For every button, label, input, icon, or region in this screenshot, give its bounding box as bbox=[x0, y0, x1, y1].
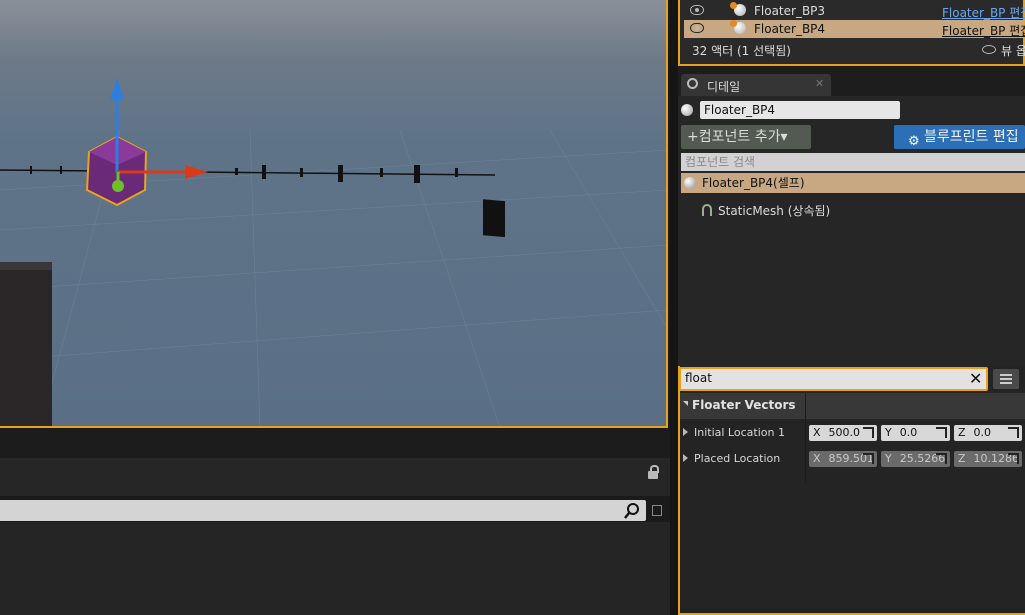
actor-sphere-icon bbox=[681, 104, 693, 116]
viewport-scene bbox=[0, 78, 666, 426]
component-row-self[interactable]: Floater_BP4(셀프) bbox=[681, 173, 1025, 193]
close-tab-icon[interactable]: ✕ bbox=[815, 77, 824, 90]
vector-y-field[interactable]: Y 0.0 bbox=[881, 425, 950, 441]
expand-arrow-icon[interactable] bbox=[683, 454, 688, 462]
outliner-row[interactable]: Floater_BP3 Floater_BP 편집 bbox=[684, 2, 1025, 21]
search-icon[interactable] bbox=[624, 503, 640, 519]
drag-spinner-icon bbox=[863, 453, 874, 464]
outliner-row-selected[interactable]: Floater_BP4 Floater_BP 편집 bbox=[684, 20, 1025, 39]
actor-sphere-icon bbox=[730, 2, 746, 16]
drag-spinner-icon[interactable] bbox=[863, 427, 874, 438]
gear-icon: ⚙ bbox=[908, 134, 920, 149]
vector-x-field[interactable]: X 500.0 bbox=[809, 425, 877, 441]
actor-sphere-icon bbox=[684, 177, 696, 189]
category-label: Floater Vectors bbox=[692, 398, 796, 412]
vector-z-field-readonly: Z 10.1286 bbox=[954, 451, 1022, 467]
actor-name: Floater_BP3 bbox=[754, 4, 826, 18]
drag-spinner-icon[interactable] bbox=[1008, 427, 1019, 438]
tab-details-label: 디테일 bbox=[707, 80, 741, 94]
panel-splitter[interactable] bbox=[670, 0, 678, 615]
component-search-input[interactable]: 컴포넌트 검색 bbox=[681, 153, 1025, 171]
column-divider[interactable] bbox=[805, 393, 806, 483]
collapse-arrow-icon[interactable] bbox=[683, 401, 688, 406]
bottom-panel-toolbar bbox=[0, 458, 670, 497]
expand-arrow-icon[interactable] bbox=[683, 428, 688, 436]
axis-label: Z bbox=[958, 452, 966, 465]
blueprint-edit-label: 블루프린트 편집 bbox=[924, 129, 1019, 145]
drag-spinner-icon bbox=[1008, 453, 1019, 464]
static-mesh-icon bbox=[702, 204, 712, 216]
bottom-search-input[interactable] bbox=[0, 500, 646, 521]
actor-name-field[interactable]: Floater_BP4 bbox=[700, 101, 900, 119]
bottom-panel-content bbox=[0, 522, 670, 615]
component-row-static-mesh[interactable]: StaticMesh (상속됨) bbox=[718, 202, 830, 219]
vector-z-field[interactable]: Z 0.0 bbox=[954, 425, 1022, 441]
property-filter-input[interactable] bbox=[679, 367, 988, 391]
visibility-eye-icon[interactable] bbox=[690, 5, 704, 15]
property-label: Initial Location 1 bbox=[694, 426, 785, 439]
actor-count: 32 액터 (1 선택됨) bbox=[692, 44, 791, 58]
view-options-button[interactable]: 뷰 옵 bbox=[1001, 42, 1025, 59]
component-label: Floater_BP4(셀프) bbox=[702, 176, 805, 190]
vector-x-field-readonly: X 859.501 bbox=[809, 451, 877, 467]
save-icon[interactable] bbox=[652, 505, 662, 516]
visibility-eye-icon[interactable] bbox=[690, 23, 704, 33]
blueprint-edit-button[interactable]: ⚙ 블루프린트 편집 bbox=[894, 125, 1025, 149]
world-outliner: Floater_BP3 Floater_BP 편집 Floater_BP4 Fl… bbox=[678, 0, 1025, 66]
lock-shackle-icon bbox=[650, 465, 659, 473]
actor-type-link[interactable]: Floater_BP 편집 bbox=[942, 22, 1025, 39]
drag-spinner-icon bbox=[936, 453, 947, 464]
vector-value: 500.0 bbox=[828, 426, 861, 439]
info-icon bbox=[687, 78, 698, 89]
bottom-panel-header bbox=[0, 430, 670, 458]
vector-value: 0.0 bbox=[899, 426, 918, 439]
axis-label: X bbox=[813, 426, 821, 439]
vector-y-field-readonly: Y 25.5266 bbox=[881, 451, 950, 467]
view-options-eye-icon[interactable] bbox=[982, 45, 996, 54]
list-icon-mid bbox=[1000, 378, 1012, 380]
property-label: Placed Location bbox=[694, 452, 781, 465]
axis-label: X bbox=[813, 452, 821, 465]
actor-type-link[interactable]: Floater_BP 편집 bbox=[942, 4, 1025, 21]
axis-label: Y bbox=[885, 452, 892, 465]
tab-details[interactable]: 디테일 ✕ bbox=[681, 74, 831, 96]
level-viewport[interactable] bbox=[0, 0, 668, 428]
axis-label: Z bbox=[958, 426, 966, 439]
drag-spinner-icon[interactable] bbox=[936, 427, 947, 438]
property-filter-value: float bbox=[685, 371, 712, 385]
add-component-button[interactable]: +컴포넌트 추가▾ bbox=[681, 125, 811, 149]
actor-sphere-icon bbox=[730, 20, 746, 34]
vector-value: 0.0 bbox=[973, 426, 992, 439]
axis-label: Y bbox=[885, 426, 892, 439]
clear-filter-icon[interactable]: ✕ bbox=[969, 369, 982, 388]
property-matrix-button[interactable] bbox=[993, 369, 1019, 389]
actor-name: Floater_BP4 bbox=[754, 22, 826, 36]
